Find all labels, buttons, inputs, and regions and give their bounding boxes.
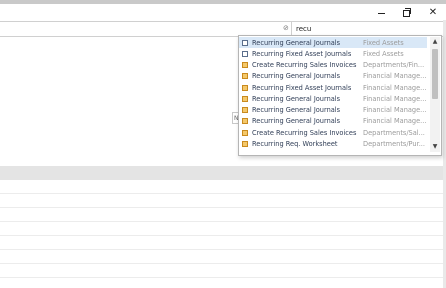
close-icon: ✕ xyxy=(428,6,438,18)
grid-line xyxy=(0,235,446,236)
minimize-icon xyxy=(377,12,385,14)
result-category: Fixed Assets xyxy=(363,38,404,47)
grid-line xyxy=(0,277,446,278)
result-name: Create Recurring Sales Invoices xyxy=(252,128,357,137)
result-name: Recurring General Journals xyxy=(252,117,341,126)
scroll-down-icon[interactable]: ▼ xyxy=(430,142,440,152)
result-name: Create Recurring Sales Invoices xyxy=(252,61,357,70)
result-name: Recurring General Journals xyxy=(252,72,341,81)
task-icon xyxy=(242,73,248,80)
result-name: Recurring Req. Worksheet xyxy=(252,139,338,148)
result-name: Recurring General Journals xyxy=(252,94,341,103)
result-row[interactable]: Recurring General Journals Financial Mana… xyxy=(239,71,427,82)
result-name: Recurring Fixed Asset Journals xyxy=(252,83,352,92)
restore-icon xyxy=(403,8,411,17)
result-category: Financial Manage... xyxy=(363,72,427,81)
restore-button[interactable] xyxy=(394,4,420,20)
page-icon xyxy=(242,50,248,57)
result-row[interactable]: Recurring General Journals Financial Mana… xyxy=(239,93,427,104)
close-button[interactable]: ✕ xyxy=(420,4,446,20)
search-results-dropdown: Recurring General Journals Fixed Assets Re… xyxy=(238,35,442,156)
grid-line xyxy=(0,207,446,208)
task-icon xyxy=(242,118,248,125)
result-row[interactable]: Create Recurring Sales Invoices Departmen… xyxy=(239,60,427,71)
result-category: Departments/Pur... xyxy=(363,139,425,148)
minimize-button[interactable] xyxy=(368,4,394,20)
result-category: Departments/Sal... xyxy=(363,128,425,137)
task-icon xyxy=(242,129,248,136)
result-category: Departments/Fin... xyxy=(363,61,425,70)
address-field[interactable]: ⊘ xyxy=(0,22,292,35)
result-row[interactable]: Recurring General Journals Financial Mana… xyxy=(239,105,427,116)
result-category: Financial Manage... xyxy=(363,94,427,103)
task-icon xyxy=(242,95,248,102)
task-icon xyxy=(242,140,248,147)
result-name: Recurring General Journals xyxy=(252,106,341,115)
result-row[interactable]: Recurring Fixed Asset Journals Financial … xyxy=(239,82,427,93)
page-icon xyxy=(242,39,248,46)
results-list: Recurring General Journals Fixed Assets Re… xyxy=(239,37,427,150)
scroll-thumb[interactable] xyxy=(432,49,438,99)
results-scrollbar[interactable]: ▲ ▼ xyxy=(430,37,440,152)
result-category: Financial Manage... xyxy=(363,83,427,92)
result-row[interactable]: Recurring Req. Worksheet Departments/Pur.… xyxy=(239,138,427,149)
result-category: Financial Manage... xyxy=(363,117,427,126)
task-icon xyxy=(242,62,248,69)
result-category: Financial Manage... xyxy=(363,106,427,115)
scroll-up-icon[interactable]: ▲ xyxy=(430,37,440,47)
task-icon xyxy=(242,84,248,91)
grid-line xyxy=(0,249,446,250)
result-name: Recurring Fixed Asset Journals xyxy=(252,49,352,58)
section-header xyxy=(0,166,446,180)
grid-line xyxy=(0,263,446,264)
result-row[interactable]: Recurring Fixed Asset Journals Fixed Asse… xyxy=(239,48,427,59)
pin-icon[interactable]: ⊘ xyxy=(283,24,289,32)
task-icon xyxy=(242,107,248,114)
window-controls: ✕ xyxy=(368,4,446,20)
result-row[interactable]: Create Recurring Sales Invoices Departmen… xyxy=(239,127,427,138)
grid-line xyxy=(0,193,446,194)
result-row[interactable]: Recurring General Journals Financial Mana… xyxy=(239,116,427,127)
result-name: Recurring General Journals xyxy=(252,38,341,47)
search-input[interactable] xyxy=(294,23,444,34)
grid-line xyxy=(0,221,446,222)
result-category: Fixed Assets xyxy=(363,49,404,58)
result-row[interactable]: Recurring General Journals Fixed Assets xyxy=(239,37,427,49)
